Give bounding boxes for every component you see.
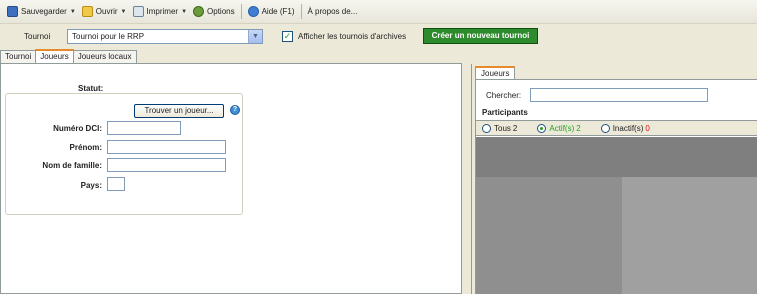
tab-tournament[interactable]: Tournoi	[0, 50, 37, 63]
players-panel: Chercher: Participants Tous 2 Actif(s) 2…	[475, 79, 757, 294]
tournament-label: Tournoi	[24, 32, 51, 41]
open-button[interactable]: Ouvrir ▼	[79, 3, 130, 21]
save-dropdown-icon[interactable]: ▼	[70, 9, 76, 15]
filter-all-radio[interactable]: Tous 2	[482, 123, 518, 133]
help-icon[interactable]: ?	[230, 105, 240, 115]
tab-players-list[interactable]: Joueurs	[475, 66, 516, 80]
about-button[interactable]: À propos de...	[305, 3, 361, 21]
main-tabs: Tournoi Joueurs Joueurs locaux	[0, 49, 137, 64]
filter-inactive-label: Inactif(s)	[612, 123, 644, 133]
toolbar-separator	[240, 4, 242, 19]
help-button[interactable]: Aide (F1)	[245, 3, 298, 21]
radio-indicator-selected	[537, 123, 547, 133]
folder-open-icon	[81, 6, 93, 17]
tournament-row: Tournoi Tournoi pour le RRP ▼ ✓ Afficher…	[0, 25, 757, 49]
firstname-label: Prénom:	[69, 143, 102, 152]
dci-label: Numéro DCI:	[53, 124, 102, 133]
lastname-label: Nom de famille:	[42, 161, 102, 170]
participants-list-header	[476, 137, 757, 177]
participants-list[interactable]	[476, 137, 757, 294]
find-player-button[interactable]: Trouver un joueur...	[134, 104, 224, 118]
main-toolbar: Sauvegarder ▼ Ouvrir ▼ Imprimer ▼ Option…	[0, 0, 757, 24]
filter-active-count: 2	[576, 123, 581, 133]
print-button[interactable]: Imprimer ▼	[130, 3, 191, 21]
filter-inactive-radio[interactable]: Inactif(s) 0	[600, 123, 650, 133]
firstname-input[interactable]	[107, 140, 226, 154]
tournament-select[interactable]: Tournoi pour le RRP ▼	[67, 29, 263, 44]
filter-active-radio[interactable]: Actif(s) 2	[537, 123, 581, 133]
help-label: Aide (F1)	[261, 7, 295, 16]
chevron-down-icon[interactable]: ▼	[248, 30, 262, 43]
participants-list-body	[622, 177, 757, 294]
status-label: Statut:	[78, 84, 104, 93]
help-icon	[247, 6, 259, 17]
print-label: Imprimer	[146, 7, 179, 16]
options-button[interactable]: Options	[190, 3, 238, 21]
players-list-pane: Joueurs Chercher: Participants Tous 2 Ac…	[471, 64, 757, 294]
printer-icon	[132, 6, 144, 17]
search-label: Chercher:	[486, 91, 522, 100]
radio-indicator	[600, 123, 610, 133]
toolbar-separator	[300, 4, 302, 19]
archive-checkbox-label: Afficher les tournois d'archives	[298, 32, 407, 41]
radio-indicator	[482, 123, 491, 133]
options-label: Options	[207, 7, 235, 16]
tab-local-players[interactable]: Joueurs locaux	[72, 50, 137, 63]
new-tournament-button[interactable]: Créer un nouveau tournoi	[423, 28, 538, 44]
options-icon	[193, 6, 205, 17]
save-icon	[7, 6, 18, 17]
filter-active-label: Actif(s)	[549, 123, 575, 133]
about-label: À propos de...	[307, 7, 358, 16]
filter-inactive-count: 0	[645, 123, 650, 133]
tournament-selected-value: Tournoi pour le RRP	[72, 32, 145, 41]
country-input[interactable]	[107, 177, 125, 191]
tab-players[interactable]: Joueurs	[35, 49, 74, 63]
print-dropdown-icon[interactable]: ▼	[181, 9, 187, 15]
save-button[interactable]: Sauvegarder ▼	[4, 3, 79, 21]
archive-checkbox[interactable]: ✓	[282, 31, 293, 42]
participants-label: Participants	[482, 108, 528, 117]
lastname-input[interactable]	[107, 158, 226, 172]
player-details-group: Trouver un joueur... ? Numéro DCI: Préno…	[5, 93, 243, 215]
open-dropdown-icon[interactable]: ▼	[121, 9, 127, 15]
country-label: Pays:	[80, 181, 102, 190]
filter-all-count: 2	[512, 123, 518, 133]
participant-filter-bar: Tous 2 Actif(s) 2 Inactif(s) 0	[476, 120, 757, 136]
dci-input[interactable]	[107, 121, 181, 135]
filter-all-label: Tous	[494, 123, 511, 133]
open-label: Ouvrir	[95, 7, 118, 16]
search-input[interactable]	[530, 88, 708, 102]
player-form-pane: Statut: Trouver un joueur... ? Numéro DC…	[0, 63, 462, 294]
save-label: Sauvegarder	[21, 7, 67, 16]
